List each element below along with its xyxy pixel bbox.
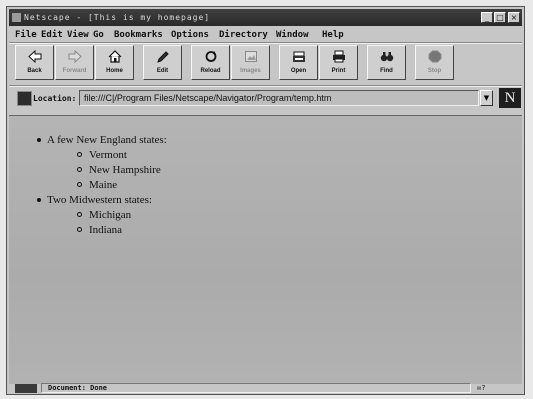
menu-bar: File Edit View Go Bookmarks Options Dire… [9,27,522,42]
menu-window[interactable]: Window [276,30,309,40]
list-item: Two Midwestern states: [37,194,152,206]
menu-bookmarks[interactable]: Bookmarks [114,30,163,40]
menu-view[interactable]: View [67,30,89,40]
open-label: Open [290,68,307,74]
status-text: Document: Done [41,383,471,393]
menu-go[interactable]: Go [93,30,104,40]
circle-bullet-icon [77,182,82,187]
list-item: Michigan [77,209,132,221]
stop-label: Stop [427,68,442,74]
images-label: Images [240,68,261,74]
window-title: Netscape - [This is my homepage] [24,13,211,22]
location-label: Location: [33,94,77,103]
list-item: Indiana [77,224,122,236]
open-icon [293,51,305,62]
location-dropdown-button[interactable]: ▼ [480,90,493,106]
back-label: Back [27,68,42,74]
forward-arrow-icon [68,50,82,63]
security-key-icon[interactable] [15,384,37,393]
menu-edit[interactable]: Edit [41,30,63,40]
list-item-text: Maine [89,179,118,191]
netscape-app-icon[interactable] [12,13,21,22]
circle-bullet-icon [77,167,82,172]
list-item-text: New Hampshire [89,164,161,176]
list-item-text: Vermont [89,149,127,161]
stop-button[interactable]: Stop [415,45,454,80]
pencil-icon [157,51,169,63]
netscape-logo[interactable]: N [499,88,521,108]
home-label: Home [106,68,123,74]
binoculars-icon [380,52,394,62]
list-item: A few New England states: [37,134,167,146]
navigation-toolbar: Back Forward Home Edit Reload Images Ope… [15,45,455,83]
menu-file[interactable]: File [15,30,37,40]
maximize-button[interactable]: □ [494,12,506,23]
forward-button[interactable]: Forward [55,45,94,80]
back-arrow-icon [28,50,42,63]
images-button[interactable]: Images [231,45,270,80]
home-button[interactable]: Home [95,45,134,80]
menu-help[interactable]: Help [322,30,344,40]
location-url-field[interactable]: file:///C|/Program Files/Netscape/Naviga… [79,90,479,106]
list-heading: A few New England states: [47,134,167,146]
page-content: A few New England states: Vermont New Ha… [9,115,522,384]
list-item: Maine [77,179,118,191]
reload-button[interactable]: Reload [191,45,230,80]
list-heading: Two Midwestern states: [47,194,152,206]
edit-label: Edit [156,68,169,74]
open-button[interactable]: Open [279,45,318,80]
location-bar: Location: file:///C|/Program Files/Netsc… [9,87,522,109]
reload-label: Reload [200,68,221,74]
bookmark-page-icon[interactable] [17,91,32,106]
title-bar[interactable]: Netscape - [This is my homepage] _ □ × [9,9,522,26]
images-icon [245,51,257,62]
close-button[interactable]: × [508,12,520,23]
list-item-text: Indiana [89,224,122,236]
forward-label: Forward [62,68,87,74]
disc-bullet-icon [37,138,41,142]
find-button[interactable]: Find [367,45,406,80]
mail-icon[interactable]: ✉? [477,384,507,393]
minimize-button[interactable]: _ [481,12,493,23]
edit-button[interactable]: Edit [143,45,182,80]
circle-bullet-icon [77,227,82,232]
home-icon [108,50,122,63]
menu-options[interactable]: Options [171,30,209,40]
disc-bullet-icon [37,198,41,202]
list-item-text: Michigan [89,209,132,221]
reload-icon [205,51,217,62]
divider [9,42,522,44]
circle-bullet-icon [77,152,82,157]
print-label: Print [331,68,346,74]
circle-bullet-icon [77,212,82,217]
find-label: Find [380,68,393,74]
print-button[interactable]: Print [319,45,358,80]
printer-icon [333,50,345,63]
list-item: Vermont [77,149,127,161]
back-button[interactable]: Back [15,45,54,80]
status-bar: Document: Done ✉? [9,383,522,394]
stop-icon [428,50,442,63]
chevron-down-icon: ▼ [483,94,490,102]
menu-directory[interactable]: Directory [219,30,268,40]
browser-window: Netscape - [This is my homepage] _ □ × F… [6,6,525,395]
list-item: New Hampshire [77,164,161,176]
